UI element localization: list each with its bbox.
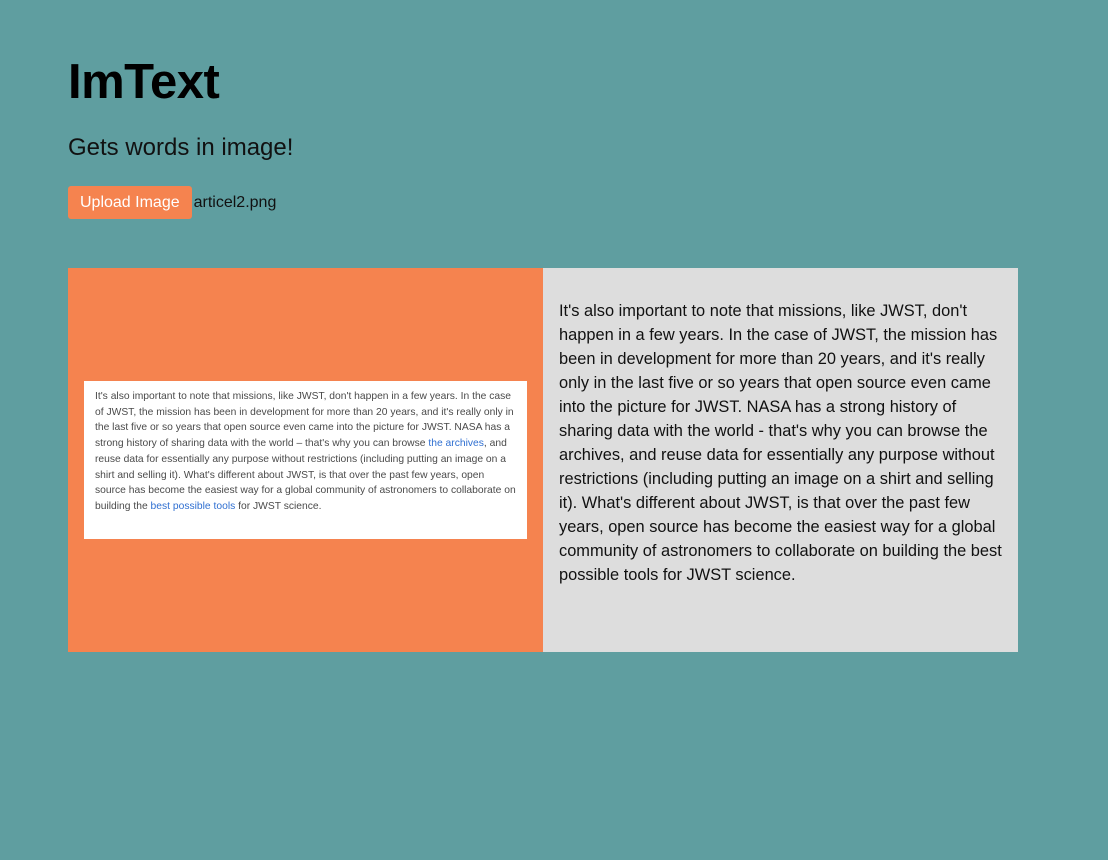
page-subtitle: Gets words in image! <box>68 134 294 161</box>
uploaded-image: It's also important to note that mission… <box>84 381 527 539</box>
upload-image-button[interactable]: Upload Image <box>68 186 192 219</box>
extracted-text-pane: It's also important to note that mission… <box>543 268 1018 652</box>
page-title: ImText <box>68 55 220 109</box>
image-text-part-3: for JWST science. <box>235 500 322 512</box>
image-link-archives: the archives <box>428 438 484 450</box>
selected-file-name: articel2.png <box>193 193 277 211</box>
result-panel: It's also important to note that mission… <box>68 268 1018 652</box>
image-link-tools: best possible tools <box>150 500 236 512</box>
image-preview-pane: It's also important to note that mission… <box>68 268 543 652</box>
upload-row: Upload Image articel2.png <box>68 186 276 219</box>
extracted-text: It's also important to note that mission… <box>559 302 1002 584</box>
